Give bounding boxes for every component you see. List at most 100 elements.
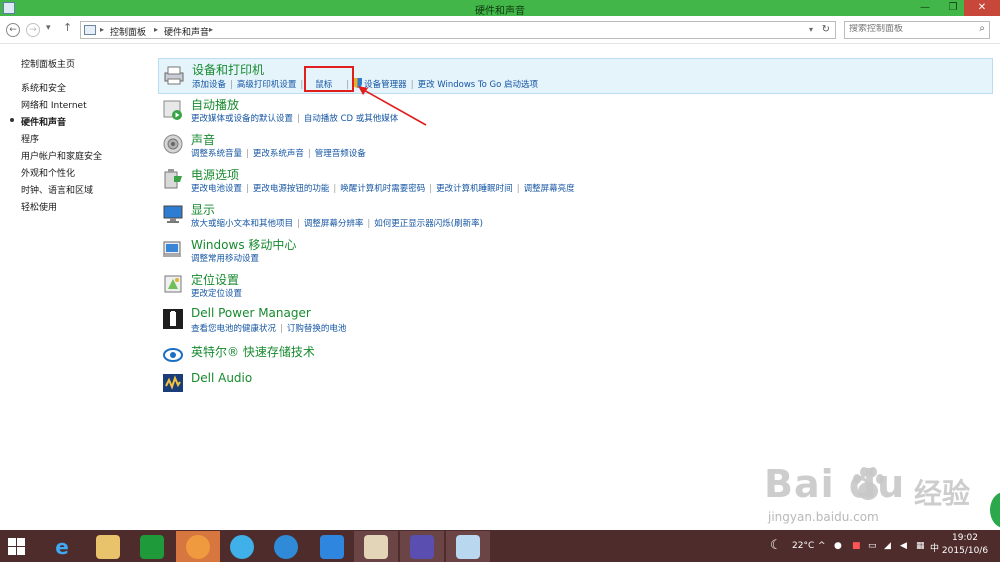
watermark-url: jingyan.baidu.com xyxy=(768,510,879,524)
link-refresh-rate[interactable]: 如何更正显示器闪烁(刷新率) xyxy=(374,217,483,229)
link-battery-settings[interactable]: 更改电池设置 xyxy=(191,182,242,194)
sidebar-item-appearance[interactable]: 外观和个性化 xyxy=(21,166,75,179)
category-title-sound[interactable]: 声音 xyxy=(191,131,215,148)
breadcrumb-hardware-sound[interactable]: 硬件和声音 xyxy=(164,25,209,38)
category-links-power-options: 更改电池设置 | 更改电源按钮的功能 | 唤醒计算机时需要密码 | 更改计算机睡眠时间 | 调整… xyxy=(191,182,575,194)
link-manage-audio-devices[interactable]: 管理音频设备 xyxy=(315,147,366,159)
category-devices-printers: 设备和打印机 添加设备 | 高级打印机设置 | 鼠标 | 设备管理器 | 更改 Windows … xyxy=(158,58,993,94)
address-bar[interactable]: ▸ 控制面板 ▸ 硬件和声音 ▸ ▾ ↻ xyxy=(80,21,836,39)
minimize-button[interactable]: — xyxy=(912,0,938,16)
category-title-dell-power-manager[interactable]: Dell Power Manager xyxy=(191,306,311,320)
sidebar-item-hardware-sound[interactable]: 硬件和声音 xyxy=(21,115,66,128)
ime-indicator[interactable]: 中 xyxy=(930,541,939,554)
taskbar-blue-app[interactable] xyxy=(310,531,354,562)
wifi-icon[interactable]: ◢ xyxy=(884,541,891,551)
control-panel-icon xyxy=(456,535,480,559)
back-button[interactable]: ← xyxy=(6,23,20,37)
category-links-location: 更改定位设置 xyxy=(191,287,242,299)
restore-button[interactable]: ❐ xyxy=(940,0,966,16)
category-display: 显示 放大或缩小文本和其他项目 | 调整屏幕分辨率 | 如何更正显示器闪烁(刷新率) xyxy=(158,200,993,234)
start-button[interactable] xyxy=(8,538,25,555)
link-divider: | xyxy=(230,80,233,90)
sidebar-item-ease-of-access[interactable]: 轻松使用 xyxy=(21,200,57,213)
category-links-mobility-center: 调整常用移动设置 xyxy=(191,252,259,264)
app-blue-icon xyxy=(320,535,344,559)
refresh-icon[interactable]: ↻ xyxy=(822,24,830,35)
taskbar: e ☾ 22°C ^ ● ■ ▭ ◢ ◀ ▦ 中 xyxy=(0,530,1000,562)
link-mobility-settings[interactable]: 调整常用移动设置 xyxy=(191,252,259,264)
category-title-power-options[interactable]: 电源选项 xyxy=(191,166,239,183)
keyboard-icon[interactable]: ▦ xyxy=(916,541,925,551)
link-windows-to-go[interactable]: 更改 Windows To Go 启动选项 xyxy=(418,78,539,90)
category-links-dell-power-manager: 查看您电池的健康状况 | 订购替换的电池 xyxy=(191,322,346,334)
category-intel-rst: 英特尔® 快速存储技术 xyxy=(158,342,993,366)
tray-app-icon[interactable]: ■ xyxy=(852,541,861,551)
sidebar-item-clock-region[interactable]: 时钟、语言和区域 xyxy=(21,183,93,196)
taskbar-ie[interactable]: e xyxy=(40,531,84,562)
battery-icon[interactable]: ▭ xyxy=(868,541,877,551)
category-title-autoplay[interactable]: 自动播放 xyxy=(191,96,239,113)
link-change-location-settings[interactable]: 更改定位设置 xyxy=(191,287,242,299)
taskbar-control-panel[interactable] xyxy=(446,531,490,562)
link-text-size[interactable]: 放大或缩小文本和其他项目 xyxy=(191,217,293,229)
breadcrumb-separator[interactable]: ▸ xyxy=(209,25,213,34)
sidebar-item-network[interactable]: 网络和 Internet xyxy=(21,98,87,111)
close-button[interactable]: ✕ xyxy=(964,0,1000,16)
category-dell-power-manager: Dell Power Manager 查看您电池的健康状况 | 订购替换的电池 xyxy=(158,305,993,339)
link-screen-resolution[interactable]: 调整屏幕分辨率 xyxy=(304,217,364,229)
dell-audio-icon xyxy=(163,374,183,392)
category-mobility-center: Windows 移动中心 调整常用移动设置 xyxy=(158,235,993,269)
category-title-location[interactable]: 定位设置 xyxy=(191,271,239,288)
sidebar-item-system-security[interactable]: 系统和安全 xyxy=(21,81,66,94)
link-sleep-time[interactable]: 更改计算机睡眠时间 xyxy=(436,182,513,194)
link-order-battery[interactable]: 订购替换的电池 xyxy=(287,322,347,334)
taskbar-orange-app[interactable] xyxy=(176,531,220,562)
tray-expand-icon[interactable]: ^ xyxy=(818,541,826,551)
category-title-intel-rst[interactable]: 英特尔® 快速存储技术 xyxy=(191,343,315,360)
volume-icon[interactable]: ◀ xyxy=(900,541,907,551)
link-power-button-function[interactable]: 更改电源按钮的功能 xyxy=(253,182,330,194)
sidebar: 控制面板主页 系统和安全 网络和 Internet 硬件和声音 程序 用户帐户和… xyxy=(0,44,150,530)
search-input[interactable] xyxy=(849,24,969,34)
temperature[interactable]: 22°C xyxy=(792,541,814,551)
baidu-paw-icon xyxy=(853,467,884,500)
link-change-system-sounds[interactable]: 更改系统声音 xyxy=(253,147,304,159)
breadcrumb-separator[interactable]: ▸ xyxy=(154,25,158,34)
recent-locations-dropdown[interactable]: ▾ xyxy=(46,23,51,33)
address-dropdown-icon[interactable]: ▾ xyxy=(809,25,813,34)
link-require-password-wake[interactable]: 唤醒计算机时需要密码 xyxy=(340,182,425,194)
link-advanced-printer-setup[interactable]: 高级打印机设置 xyxy=(237,78,297,90)
search-icon[interactable]: ⌕ xyxy=(979,23,985,34)
link-screen-brightness[interactable]: 调整屏幕亮度 xyxy=(524,182,575,194)
clock[interactable]: 19:02 2015/10/6 xyxy=(940,532,990,558)
taskbar-browser[interactable] xyxy=(220,531,264,562)
taskbar-file-explorer[interactable] xyxy=(86,531,130,562)
taskbar-cloud[interactable] xyxy=(264,531,308,562)
sidebar-item-control-panel-home[interactable]: 控制面板主页 xyxy=(21,57,75,70)
category-title-mobility-center[interactable]: Windows 移动中心 xyxy=(191,236,296,253)
category-location: 定位设置 更改定位设置 xyxy=(158,270,993,304)
category-title-dell-audio[interactable]: Dell Audio xyxy=(191,371,252,385)
taskbar-settings[interactable] xyxy=(400,531,444,562)
navigation-bar: ← → ▾ ↑ ▸ 控制面板 ▸ 硬件和声音 ▸ ▾ ↻ ⌕ xyxy=(0,16,1000,44)
forward-button[interactable]: → xyxy=(26,23,40,37)
autoplay-icon xyxy=(163,100,182,120)
qq-icon[interactable]: ● xyxy=(834,541,842,551)
title-bar: 硬件和声音 — ❐ ✕ xyxy=(0,0,1000,17)
link-battery-health[interactable]: 查看您电池的健康状况 xyxy=(191,322,276,334)
taskbar-store[interactable] xyxy=(130,531,174,562)
link-change-default-media[interactable]: 更改媒体或设备的默认设置 xyxy=(191,112,293,124)
taskbar-paint[interactable] xyxy=(354,531,398,562)
link-divider: | xyxy=(333,184,337,194)
link-adjust-volume[interactable]: 调整系统音量 xyxy=(191,147,242,159)
up-button[interactable]: ↑ xyxy=(63,21,72,34)
weather-moon-icon[interactable]: ☾ xyxy=(770,538,782,553)
sidebar-item-user-accounts[interactable]: 用户帐户和家庭安全 xyxy=(21,149,102,162)
search-box[interactable]: ⌕ xyxy=(844,21,990,39)
sidebar-item-programs[interactable]: 程序 xyxy=(21,132,39,145)
category-title-devices-printers[interactable]: 设备和打印机 xyxy=(192,61,264,78)
breadcrumb-control-panel[interactable]: 控制面板 xyxy=(110,25,146,38)
link-add-device[interactable]: 添加设备 xyxy=(192,78,226,90)
category-title-display[interactable]: 显示 xyxy=(191,201,215,218)
paint-icon xyxy=(364,535,388,559)
